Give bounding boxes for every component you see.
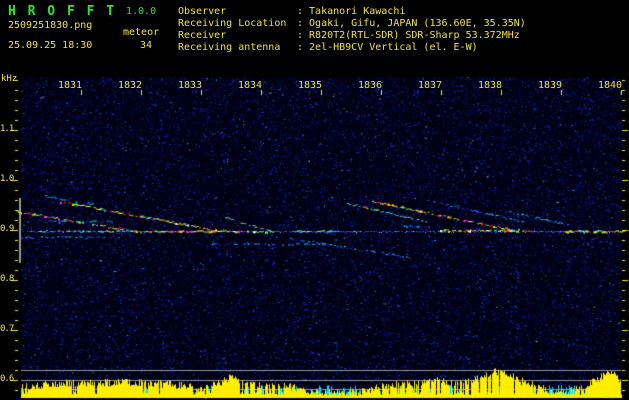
station-info-row: Observer : Takanori Kawachi <box>178 6 526 18</box>
time-tick-label: 1839 <box>537 80 563 91</box>
info-label: Receiving antenna <box>178 42 281 53</box>
freq-tick-label: 1.1 <box>0 124 14 134</box>
freq-tick-label: 0.8 <box>0 274 14 284</box>
station-info-table: Observer: Takanori Kawachi Receiving Loca… <box>178 6 526 54</box>
info-label: Receiver <box>178 30 227 41</box>
info-value: : Ogaki, Gifu, JAPAN (136.60E, 35.35N) <box>297 18 526 29</box>
time-tick-label: 1831 <box>57 80 83 91</box>
time-tick-label: 1836 <box>357 80 383 91</box>
app-title: H R O F F T <box>8 4 117 19</box>
freq-tick-label: 0.6 <box>0 374 14 384</box>
time-tick-label: 1838 <box>477 80 503 91</box>
time-tick-label: 1834 <box>237 80 263 91</box>
info-label: Observer <box>178 6 227 17</box>
station-info-row: Receiver : R820T2(RTL-SDR) SDR-Sharp 53.3… <box>178 30 526 42</box>
freq-tick-label: 0.7 <box>0 324 14 334</box>
station-info-row: Receiving antenna : 2el-HB9CV Vertical (e… <box>178 42 526 54</box>
station-info-row: Receiving Location : Ogaki, Gifu, JAPAN (… <box>178 18 526 30</box>
datetime-label: 25.09.25 18:30 <box>8 40 93 51</box>
time-tick-label: 1833 <box>177 80 203 91</box>
freq-unit-label: kHz <box>1 74 18 84</box>
info-label: Receiving Location <box>178 18 287 29</box>
info-value: : Takanori Kawachi <box>297 6 406 17</box>
time-tick-label: 1840 <box>597 80 623 91</box>
output-filename: 2509251830.png <box>8 20 93 31</box>
info-value: : 2el-HB9CV Vertical (el. E-W) <box>297 42 478 53</box>
echo-count: 34 <box>140 40 153 51</box>
hrofft-window: H R O F F T 1.0.0 2509251830.png meteor … <box>0 0 629 400</box>
freq-tick-label: 1.0 <box>0 174 14 184</box>
mode-label: meteor <box>123 27 160 38</box>
app-version: 1.0.0 <box>126 6 157 17</box>
info-value: : R820T2(RTL-SDR) SDR-Sharp 53.372MHz <box>297 30 520 41</box>
freq-tick-label: 0.9 <box>0 224 14 234</box>
time-tick-label: 1835 <box>297 80 323 91</box>
spectrogram-canvas <box>0 0 629 400</box>
time-tick-label: 1837 <box>417 80 443 91</box>
time-tick-label: 1832 <box>117 80 143 91</box>
